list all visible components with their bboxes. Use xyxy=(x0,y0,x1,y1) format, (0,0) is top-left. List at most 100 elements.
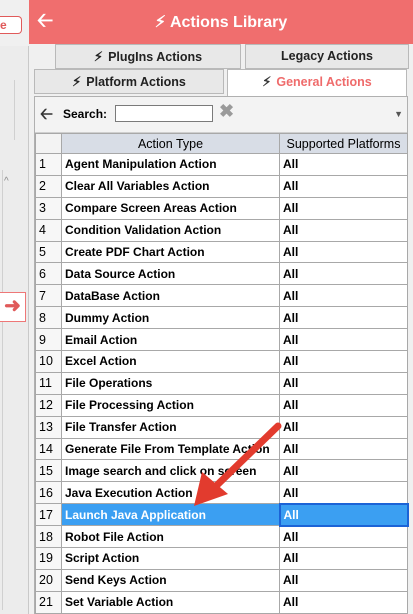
table-row[interactable]: 2 Clear All Variables Action All xyxy=(35,174,408,198)
tab-platform-actions[interactable]: ⚡︎ Platform Actions xyxy=(34,69,224,94)
action-type-cell[interactable]: Launch Java Application xyxy=(61,503,280,527)
scroll-up-icon[interactable]: ^ xyxy=(4,176,9,187)
action-type-cell[interactable]: Send Keys Action xyxy=(61,568,280,592)
supported-platforms-cell[interactable]: All xyxy=(279,590,408,614)
bolt-plugin-icon: ⚡︎ xyxy=(93,49,104,64)
table-row[interactable]: 16 Java Execution Action All xyxy=(35,481,408,505)
action-type-cell[interactable]: Clear All Variables Action xyxy=(61,174,280,198)
action-type-cell[interactable]: DataBase Action xyxy=(61,284,280,308)
action-type-cell[interactable]: Generate File From Template Action xyxy=(61,437,280,461)
action-type-cell[interactable]: Set Variable Action xyxy=(61,590,280,614)
action-type-cell[interactable]: Create PDF Chart Action xyxy=(61,240,280,264)
supported-platforms-cell[interactable]: All xyxy=(279,240,408,264)
table-row[interactable]: 12 File Processing Action All xyxy=(35,393,408,417)
action-type-cell[interactable]: Data Source Action xyxy=(61,262,280,286)
row-number: 1 xyxy=(35,153,62,176)
row-number: 5 xyxy=(35,240,62,264)
tab-label: Platform Actions xyxy=(86,75,186,89)
table-row[interactable]: 4 Condition Validation Action All xyxy=(35,218,408,242)
tab-label: General Actions xyxy=(276,75,372,89)
supported-platforms-cell[interactable]: All xyxy=(279,459,408,483)
table-row[interactable]: 11 File Operations All xyxy=(35,371,408,395)
table-row[interactable]: 7 DataBase Action All xyxy=(35,284,408,308)
supported-platforms-cell[interactable]: All xyxy=(279,328,408,352)
supported-platforms-cell[interactable]: All xyxy=(279,568,408,592)
table-row[interactable]: 15 Image search and click on screen All xyxy=(35,459,408,483)
tab-legacy-actions[interactable]: Legacy Actions xyxy=(245,44,409,69)
supported-platforms-cell[interactable]: All xyxy=(279,547,408,570)
table-row[interactable]: 17 Launch Java Application All xyxy=(35,502,409,527)
action-type-cell[interactable]: File Operations xyxy=(61,371,280,395)
row-number: 4 xyxy=(35,218,62,242)
search-label: Search: xyxy=(63,107,108,121)
supported-platforms-cell[interactable]: All xyxy=(279,437,408,461)
expand-arrow-icon[interactable]: ➜ xyxy=(0,292,26,322)
supported-platforms-cell[interactable]: All xyxy=(279,306,408,330)
table-row[interactable]: 9 Email Action All xyxy=(35,328,408,352)
supported-platforms-cell[interactable]: All xyxy=(278,502,409,527)
actions-table: Action Type Supported Platforms 1 Agent M… xyxy=(35,133,409,614)
action-type-cell[interactable]: File Transfer Action xyxy=(61,415,280,439)
action-type-cell[interactable]: Condition Validation Action xyxy=(61,218,280,242)
table-row[interactable]: 14 Generate File From Template Action All xyxy=(35,437,408,461)
table-row[interactable]: 6 Data Source Action All xyxy=(35,262,408,286)
tab-label: Legacy Actions xyxy=(281,49,373,63)
supported-platforms-cell[interactable]: All xyxy=(279,481,408,505)
table-row[interactable]: 21 Set Variable Action All xyxy=(35,590,408,614)
actions-library-panel: 🡠 ⚡︎ Actions Library ⚡︎ PlugIns Actions Le… xyxy=(29,0,413,614)
row-number: 6 xyxy=(35,262,62,286)
action-type-cell[interactable]: Robot File Action xyxy=(61,525,280,549)
table-row[interactable]: 13 File Transfer Action All xyxy=(35,415,408,439)
action-type-cell[interactable]: Script Action xyxy=(61,547,280,570)
table-row[interactable]: 3 Compare Screen Areas Action All xyxy=(35,196,408,220)
action-type-cell[interactable]: Java Execution Action xyxy=(61,481,280,505)
supported-platforms-cell[interactable]: All xyxy=(279,415,408,439)
table-row[interactable]: 5 Create PDF Chart Action All xyxy=(35,240,408,264)
tab-plugins-actions[interactable]: ⚡︎ PlugIns Actions xyxy=(55,44,241,69)
action-type-cell[interactable]: Excel Action xyxy=(61,350,280,373)
row-number: 10 xyxy=(35,350,62,373)
table-row[interactable]: 20 Send Keys Action All xyxy=(35,568,408,592)
supported-platforms-cell[interactable]: All xyxy=(279,218,408,242)
page-title-text: Actions Library xyxy=(169,14,288,31)
supported-platforms-cell[interactable]: All xyxy=(279,350,408,373)
supported-platforms-cell[interactable]: All xyxy=(279,393,408,417)
arrow-left-icon[interactable]: 🡠 xyxy=(40,103,53,130)
column-header-action-type[interactable]: Action Type xyxy=(61,133,280,154)
action-type-cell[interactable]: Agent Manipulation Action xyxy=(61,153,280,176)
supported-platforms-cell[interactable]: All xyxy=(279,525,408,549)
row-number: 3 xyxy=(35,196,62,220)
action-type-cell[interactable]: File Processing Action xyxy=(61,393,280,417)
table-row[interactable]: 19 Script Action All xyxy=(35,547,408,570)
table-row[interactable]: 8 Dummy Action All xyxy=(35,306,408,330)
row-number: 14 xyxy=(35,437,62,461)
tab-strip: ⚡︎ PlugIns Actions Legacy Actions ⚡︎ Platf… xyxy=(29,44,413,97)
background-tab-fragment[interactable]: e xyxy=(0,16,22,34)
supported-platforms-cell[interactable]: All xyxy=(279,371,408,395)
row-number: 20 xyxy=(35,568,62,592)
supported-platforms-cell[interactable]: All xyxy=(279,196,408,220)
table-row[interactable]: 18 Robot File Action All xyxy=(35,525,408,549)
action-type-cell[interactable]: Dummy Action xyxy=(61,306,280,330)
action-type-cell[interactable]: Image search and click on screen xyxy=(61,459,280,483)
action-type-cell[interactable]: Email Action xyxy=(61,328,280,352)
search-input[interactable] xyxy=(115,105,213,122)
column-header-supported-platforms[interactable]: Supported Platforms xyxy=(279,133,408,154)
supported-platforms-cell[interactable]: All xyxy=(279,262,408,286)
actions-content: 🡠 Search: ✖ ▼ Action Type Supported Plat… xyxy=(34,96,409,614)
background-window: e ^ ➜ xyxy=(0,0,29,614)
background-scrollbar[interactable] xyxy=(2,170,22,610)
tab-label: PlugIns Actions xyxy=(108,50,203,64)
clear-x-icon[interactable]: ✖ xyxy=(219,101,234,122)
supported-platforms-cell[interactable]: All xyxy=(279,153,408,176)
table-row[interactable]: 1 Agent Manipulation Action All xyxy=(35,153,408,176)
menu-chevron-icon[interactable]: ▼ xyxy=(394,109,403,119)
table-header-row: Action Type Supported Platforms xyxy=(35,133,408,154)
bolt-icon: ⚡︎ xyxy=(154,14,166,31)
table-row[interactable]: 10 Excel Action All xyxy=(35,350,408,373)
supported-platforms-cell[interactable]: All xyxy=(279,174,408,198)
action-type-cell[interactable]: Compare Screen Areas Action xyxy=(61,196,280,220)
supported-platforms-cell[interactable]: All xyxy=(279,284,408,308)
tab-general-actions[interactable]: ⚡︎ General Actions xyxy=(227,69,407,97)
row-number: 2 xyxy=(35,174,62,198)
